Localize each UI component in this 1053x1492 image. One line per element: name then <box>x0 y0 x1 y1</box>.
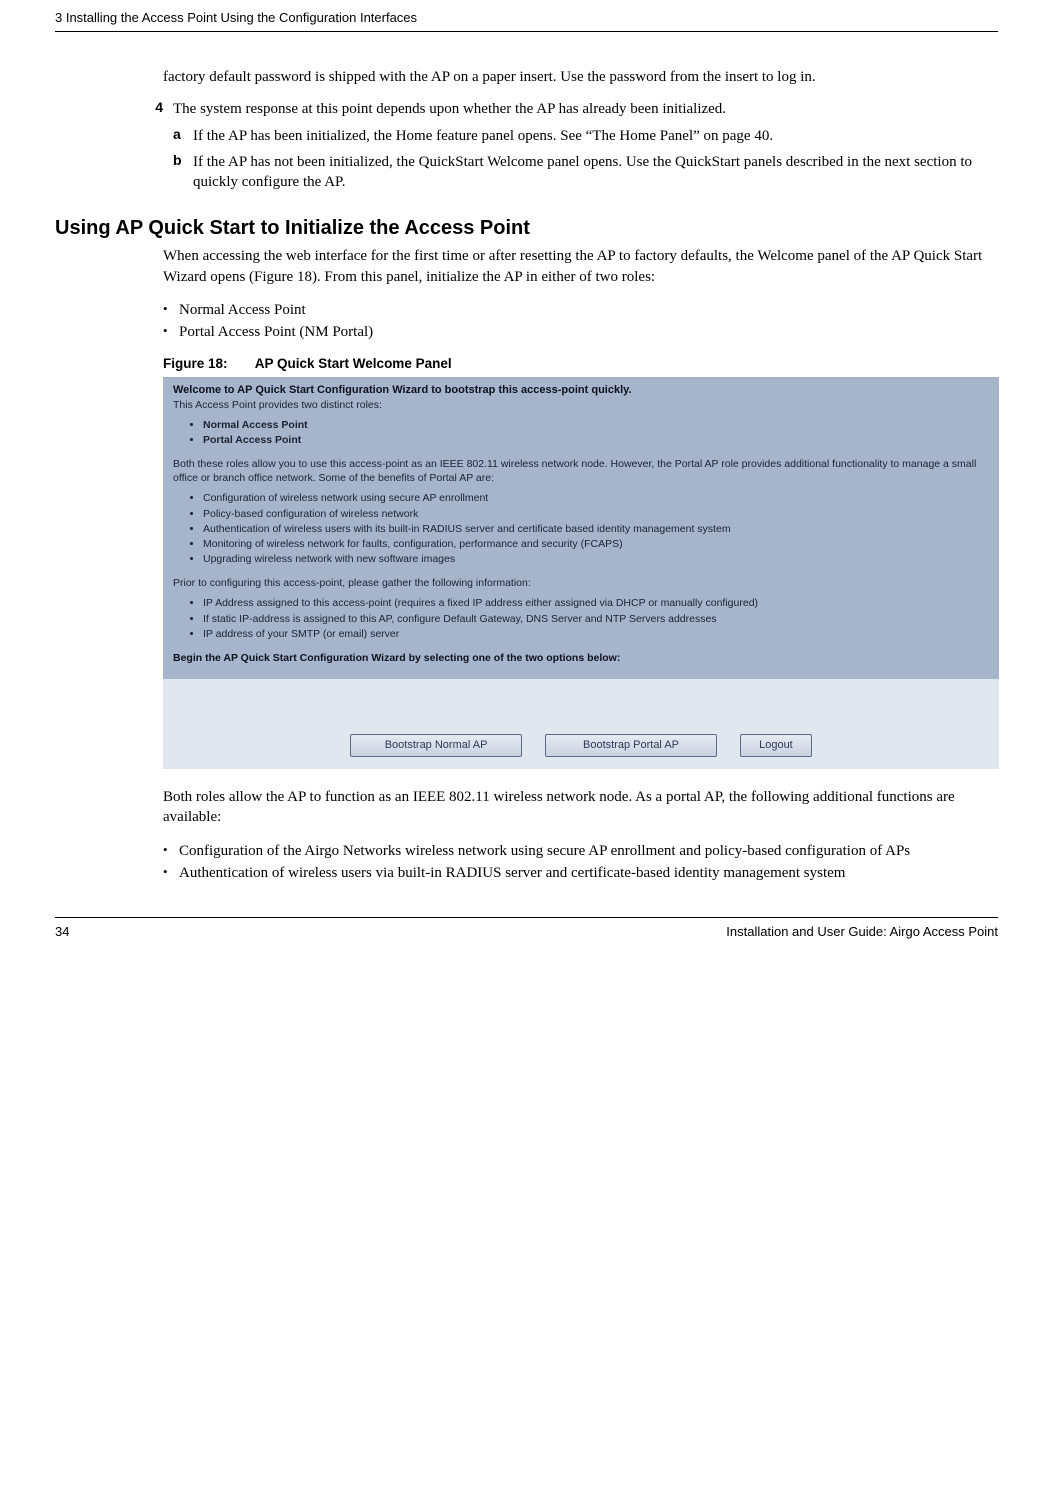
wizard-begin-text: Begin the AP Quick Start Configuration W… <box>173 651 989 665</box>
after-figure-paragraph: Both roles allow the AP to function as a… <box>163 787 998 828</box>
wizard-panel: Welcome to AP Quick Start Configuration … <box>163 377 999 769</box>
intro-paragraph: factory default password is shipped with… <box>163 67 998 87</box>
wizard-benefits-list: Configuration of wireless network using … <box>203 491 989 566</box>
list-item: Policy-based configuration of wireless n… <box>203 507 989 521</box>
wizard-body: Welcome to AP Quick Start Configuration … <box>163 377 999 679</box>
step-text: The system response at this point depend… <box>173 99 998 119</box>
after-bullets: Configuration of the Airgo Networks wire… <box>163 840 998 885</box>
doc-title: Installation and User Guide: Airgo Acces… <box>726 924 998 939</box>
wizard-prior-text: Prior to configuring this access-point, … <box>173 577 531 589</box>
section-heading: Using AP Quick Start to Initialize the A… <box>55 217 998 240</box>
step-4: 4 The system response at this point depe… <box>145 99 998 119</box>
figure-title: AP Quick Start Welcome Panel <box>255 356 452 371</box>
logout-button[interactable]: Logout <box>740 734 812 757</box>
substep-text: If the AP has been initialized, the Home… <box>193 126 998 146</box>
substep-b: b If the AP has not been initialized, th… <box>173 152 998 193</box>
wizard-roles-text: Both these roles allow you to use this a… <box>173 458 976 484</box>
list-item: If static IP-address is assigned to this… <box>203 612 989 626</box>
role-list: Normal Access Point Portal Access Point … <box>163 299 998 344</box>
substep-text: If the AP has not been initialized, the … <box>193 152 998 193</box>
page-header: 3 Installing the Access Point Using the … <box>55 0 998 31</box>
page-number: 34 <box>55 924 69 939</box>
list-item: Portal Access Point (NM Portal) <box>163 321 998 344</box>
wizard-roles-list: Normal Access Point Portal Access Point <box>203 418 989 447</box>
list-item: IP address of your SMTP (or email) serve… <box>203 627 989 641</box>
bootstrap-normal-button[interactable]: Bootstrap Normal AP <box>350 734 522 757</box>
substep-letter: a <box>173 126 187 146</box>
list-item: Configuration of wireless network using … <box>203 491 989 505</box>
substep-a: a If the AP has been initialized, the Ho… <box>173 126 998 146</box>
list-item: Portal Access Point <box>203 433 989 447</box>
step-number: 4 <box>145 99 163 119</box>
substep-letter: b <box>173 152 187 193</box>
bootstrap-portal-button[interactable]: Bootstrap Portal AP <box>545 734 717 757</box>
list-item: Monitoring of wireless network for fault… <box>203 537 989 551</box>
figure-label: Figure 18: <box>163 356 228 371</box>
wizard-buttons: Bootstrap Normal AP Bootstrap Portal AP … <box>163 679 999 769</box>
list-item: IP Address assigned to this access-point… <box>203 596 989 610</box>
list-item: Upgrading wireless network with new soft… <box>203 552 989 566</box>
list-item: Normal Access Point <box>163 299 998 322</box>
wizard-subtitle: This Access Point provides two distinct … <box>173 399 382 411</box>
list-item: Configuration of the Airgo Networks wire… <box>163 840 998 863</box>
list-item: Authentication of wireless users via bui… <box>163 862 998 885</box>
list-item: Normal Access Point <box>203 418 989 432</box>
list-item: Authentication of wireless users with it… <box>203 522 989 536</box>
wizard-info-list: IP Address assigned to this access-point… <box>203 596 989 641</box>
wizard-title: Welcome to AP Quick Start Configuration … <box>173 384 632 396</box>
section-paragraph: When accessing the web interface for the… <box>163 246 998 287</box>
page-footer: 34 Installation and User Guide: Airgo Ac… <box>55 918 998 959</box>
figure-caption: Figure 18: AP Quick Start Welcome Panel <box>163 356 998 371</box>
